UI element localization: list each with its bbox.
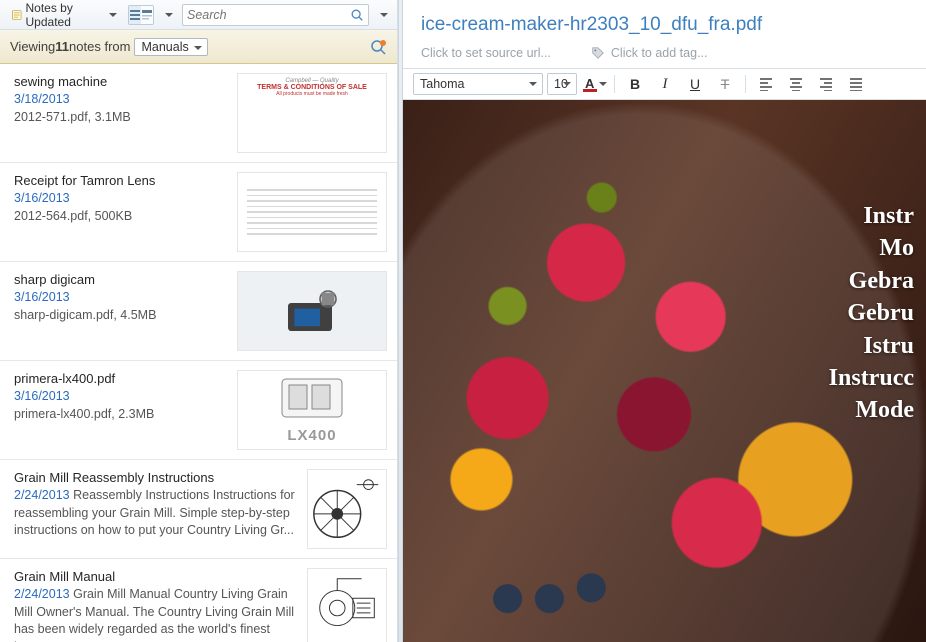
tag-icon (591, 46, 605, 60)
underline-button[interactable]: U (682, 73, 708, 95)
search-icon (350, 8, 364, 22)
italic-button[interactable]: I (652, 73, 678, 95)
font-size-select[interactable]: 10 (547, 73, 577, 95)
note-title: Grain Mill Reassembly Instructions (14, 469, 299, 487)
note-title: Receipt for Tamron Lens (14, 172, 229, 190)
note-list[interactable]: sewing machine 3/18/2013 2012-571.pdf, 3… (0, 64, 397, 642)
note-item[interactable]: Grain Mill Manual 2/24/2013 Grain Mill M… (0, 559, 397, 642)
bold-icon: B (630, 76, 640, 92)
note-thumbnail (237, 172, 387, 252)
document-overlay-text: Instr Mo Gebra Gebru Istru Instrucc Mode (829, 200, 914, 427)
sort-dropdown[interactable]: Notes by Updated (6, 4, 122, 26)
align-center-icon (789, 77, 803, 91)
font-family-label: Tahoma (420, 77, 464, 91)
list-icon (130, 9, 140, 21)
note-thumbnail (237, 271, 387, 351)
font-color-icon: A (581, 75, 598, 93)
source-url-placeholder: Click to set source url... (421, 46, 551, 60)
note-thumbnail: Campbell — Quality TERMS & CONDITIONS OF… (237, 73, 387, 153)
filter-source-label: Manuals (141, 40, 188, 54)
snippet-icon (142, 9, 152, 21)
align-right-button[interactable] (813, 73, 839, 95)
note-date: 3/16/2013 (14, 290, 70, 304)
caret-down-icon (165, 13, 173, 17)
editor-header: ice-cream-maker-hr2303_10_dfu_fra.pdf Cl… (403, 0, 926, 69)
caret-down-icon (380, 13, 388, 17)
view-options-dropdown[interactable] (160, 4, 176, 26)
font-color-button[interactable]: A (581, 73, 607, 95)
note-item[interactable]: Receipt for Tamron Lens 3/16/2013 2012-5… (0, 163, 397, 262)
caret-down-icon (109, 13, 117, 17)
align-justify-button[interactable] (843, 73, 869, 95)
add-tag-field[interactable]: Click to add tag... (591, 46, 708, 60)
note-title: primera-lx400.pdf (14, 370, 229, 388)
filter-bar: Viewing 11 notes from Manuals (0, 30, 397, 64)
font-family-select[interactable]: Tahoma (413, 73, 543, 95)
note-item[interactable]: sewing machine 3/18/2013 2012-571.pdf, 3… (0, 64, 397, 163)
search-options-dropdown[interactable] (375, 4, 391, 26)
filter-mid: notes from (69, 39, 130, 54)
note-date: 3/16/2013 (14, 191, 70, 205)
note-item[interactable]: Grain Mill Reassembly Instructions 2/24/… (0, 460, 397, 559)
view-mode-list[interactable] (129, 6, 141, 24)
view-mode-toggle[interactable] (128, 5, 154, 25)
font-size-label: 10 (554, 77, 568, 91)
note-date: 2/24/2013 (14, 488, 70, 502)
note-date: 2/24/2013 (14, 587, 70, 601)
note-thumbnail (307, 469, 387, 549)
notes-panel: Notes by Updated (0, 0, 398, 642)
caret-down-icon (599, 82, 607, 86)
strikethrough-icon: T (721, 76, 730, 92)
align-center-button[interactable] (783, 73, 809, 95)
align-left-icon (759, 77, 773, 91)
note-meta: primera-lx400.pdf, 2.3MB (14, 407, 154, 421)
note-thumbnail (307, 568, 387, 642)
bold-button[interactable]: B (622, 73, 648, 95)
note-meta: sharp-digicam.pdf, 4.5MB (14, 308, 156, 322)
note-title: Grain Mill Manual (14, 568, 299, 586)
note-date: 3/18/2013 (14, 92, 70, 106)
document-title[interactable]: ice-cream-maker-hr2303_10_dfu_fra.pdf (421, 14, 908, 36)
search-within-icon[interactable] (369, 38, 387, 56)
notes-toolbar: Notes by Updated (0, 0, 397, 30)
strikethrough-button[interactable]: T (712, 73, 738, 95)
note-item[interactable]: sharp digicam 3/16/2013 sharp-digicam.pd… (0, 262, 397, 361)
source-url-field[interactable]: Click to set source url... (421, 46, 551, 60)
note-icon (11, 8, 23, 22)
underline-icon: U (690, 76, 700, 92)
add-tag-placeholder: Click to add tag... (611, 46, 708, 60)
filter-source-select[interactable]: Manuals (134, 38, 207, 56)
search-box[interactable] (182, 4, 369, 26)
svg-text:A: A (585, 76, 595, 91)
note-meta: 2012-564.pdf, 500KB (14, 209, 132, 223)
note-editor-panel: ice-cream-maker-hr2303_10_dfu_fra.pdf Cl… (403, 0, 926, 642)
align-left-button[interactable] (753, 73, 779, 95)
note-meta: 2012-571.pdf, 3.1MB (14, 110, 131, 124)
note-date: 3/16/2013 (14, 389, 70, 403)
align-justify-icon (849, 77, 863, 91)
search-input[interactable] (187, 8, 350, 22)
italic-icon: I (663, 76, 668, 93)
note-item[interactable]: primera-lx400.pdf 3/16/2013 primera-lx40… (0, 361, 397, 460)
filter-count: 11 (55, 39, 69, 54)
align-right-icon (819, 77, 833, 91)
document-content[interactable]: Instr Mo Gebra Gebru Istru Instrucc Mode (403, 100, 926, 642)
sort-label: Notes by Updated (26, 1, 105, 29)
note-title: sharp digicam (14, 271, 229, 289)
note-title: sewing machine (14, 73, 229, 91)
view-mode-snippet[interactable] (141, 6, 153, 24)
formatting-toolbar: Tahoma 10 A B I U T (403, 69, 926, 100)
note-thumbnail: LX400 (237, 370, 387, 450)
filter-prefix: Viewing (10, 39, 55, 54)
